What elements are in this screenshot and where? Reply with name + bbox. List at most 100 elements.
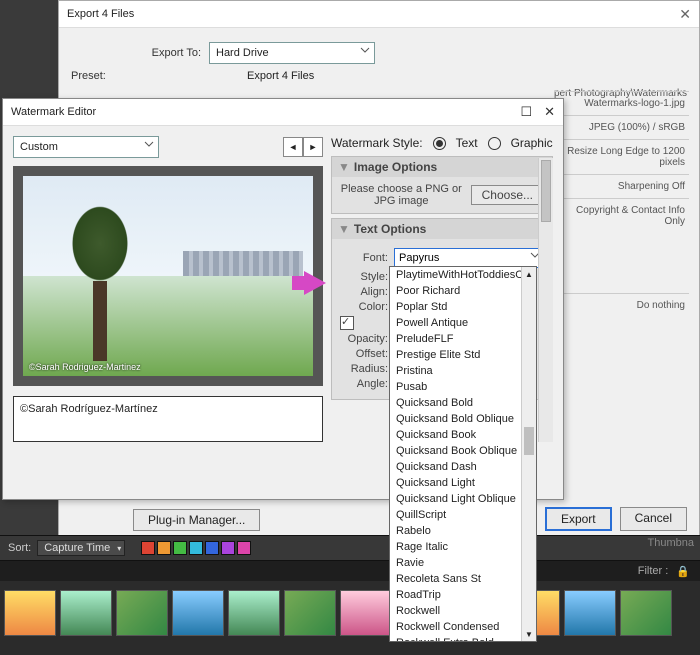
- dropdown-scrollbar[interactable]: ▲ ▼: [521, 267, 536, 641]
- font-option[interactable]: Quicksand Book Oblique: [390, 443, 536, 459]
- maximize-icon[interactable]: ☐: [520, 104, 532, 120]
- offset-label: Offset:: [340, 348, 394, 360]
- font-option[interactable]: Poplar Std: [390, 299, 536, 315]
- font-option[interactable]: Quicksand Bold: [390, 395, 536, 411]
- preset-label: Preset:: [71, 70, 119, 82]
- close-icon[interactable]: ✕: [679, 1, 691, 27]
- watermark-overlay-text: ©Sarah Rodriguez-Martinez: [29, 362, 141, 372]
- thumbnail[interactable]: [116, 590, 168, 636]
- filter-lock-icon[interactable]: 🔒: [676, 565, 690, 578]
- font-option[interactable]: Quicksand Bold Oblique: [390, 411, 536, 427]
- font-option[interactable]: PlaytimeWithHotToddiesOblique: [390, 267, 536, 283]
- app-filmstrip-panel: Sort: Capture Time▾ Thumbna Filter : 🔒: [0, 535, 700, 655]
- filter-label: Filter :: [638, 565, 669, 577]
- style-label: Style:: [340, 271, 394, 283]
- chevron-down-icon: [360, 46, 370, 56]
- setting-metadata: Copyright & Contact Info Only: [554, 198, 689, 233]
- watermark-titlebar: Watermark Editor ☐ ✕: [3, 99, 563, 126]
- style-graphic-radio[interactable]: [488, 137, 501, 150]
- font-option[interactable]: RoadTrip: [390, 587, 536, 603]
- font-label: Font:: [340, 252, 394, 264]
- preview-tree: [55, 191, 145, 341]
- image-options-section: ▼Image Options Please choose a PNG or JP…: [331, 156, 553, 214]
- color-label: Color:: [340, 301, 394, 313]
- shadow-checkbox[interactable]: [340, 316, 354, 330]
- font-option[interactable]: Poor Richard: [390, 283, 536, 299]
- style-text-radio[interactable]: [433, 137, 446, 150]
- watermark-preset-select[interactable]: Custom: [13, 136, 159, 158]
- export-to-label: Export To:: [71, 47, 209, 59]
- color-swatch[interactable]: [157, 541, 171, 555]
- thumbnail[interactable]: [564, 590, 616, 636]
- filmstrip[interactable]: [0, 581, 700, 645]
- thumbnail[interactable]: [4, 590, 56, 636]
- font-option[interactable]: Recoleta Sans St: [390, 571, 536, 587]
- color-swatch[interactable]: [141, 541, 155, 555]
- image-options-hint: Please choose a PNG or JPG image: [340, 183, 463, 207]
- color-swatch[interactable]: [237, 541, 251, 555]
- scrollbar-thumb[interactable]: [541, 160, 551, 222]
- preview-image: ©Sarah Rodriguez-Martinez: [23, 176, 313, 376]
- font-dropdown-list[interactable]: PlaytimeWithHotToddiesObliquePoor Richar…: [389, 266, 537, 642]
- thumbnail[interactable]: [172, 590, 224, 636]
- font-option[interactable]: Ravie: [390, 555, 536, 571]
- text-options-header[interactable]: ▼Text Options: [332, 219, 552, 239]
- font-option[interactable]: PreludeFLF: [390, 331, 536, 347]
- font-option[interactable]: Pristina: [390, 363, 536, 379]
- thumbnail[interactable]: [620, 590, 672, 636]
- font-option[interactable]: Quicksand Dash: [390, 459, 536, 475]
- thumbnail[interactable]: [340, 590, 392, 636]
- style-text-label: Text: [456, 136, 478, 150]
- font-option[interactable]: Powell Antique: [390, 315, 536, 331]
- font-option[interactable]: Rockwell Extra Bold: [390, 635, 536, 642]
- watermark-style-label: Watermark Style:: [331, 136, 423, 150]
- cancel-button[interactable]: Cancel: [620, 507, 687, 531]
- color-label-swatches: [141, 541, 251, 555]
- color-swatch[interactable]: [221, 541, 235, 555]
- font-option[interactable]: Quicksand Light Oblique: [390, 491, 536, 507]
- scrollbar-thumb[interactable]: [524, 427, 534, 455]
- color-swatch[interactable]: [173, 541, 187, 555]
- watermark-text-input[interactable]: ©Sarah Rodríguez-Martínez: [13, 396, 323, 442]
- sort-select[interactable]: Capture Time▾: [37, 540, 125, 556]
- export-settings-summary: Watermarks-logo-1.jpg JPEG (100%) / sRGB…: [554, 91, 689, 317]
- scroll-up-icon[interactable]: ▲: [522, 267, 536, 281]
- scroll-down-icon[interactable]: ▼: [522, 627, 536, 641]
- setting-filename: Watermarks-logo-1.jpg: [554, 91, 689, 115]
- font-select[interactable]: Papyrus: [394, 248, 544, 268]
- export-button[interactable]: Export: [545, 507, 612, 531]
- next-arrow-button[interactable]: ►: [303, 137, 323, 157]
- thumbnail[interactable]: [60, 590, 112, 636]
- font-option[interactable]: Rockwell: [390, 603, 536, 619]
- sort-label: Sort:: [8, 542, 31, 554]
- export-to-select[interactable]: Hard Drive: [209, 42, 375, 64]
- setting-postprocess: Do nothing: [554, 293, 689, 317]
- thumbnail[interactable]: [284, 590, 336, 636]
- preset-header: Export 4 Files: [247, 70, 314, 82]
- prev-arrow-button[interactable]: ◄: [283, 137, 303, 157]
- font-option[interactable]: Rabelo: [390, 523, 536, 539]
- thumbnails-label: Thumbna: [648, 537, 694, 549]
- export-title: Export 4 Files: [67, 1, 134, 27]
- options-scrollbar[interactable]: [538, 158, 553, 442]
- close-icon[interactable]: ✕: [544, 104, 555, 120]
- font-option[interactable]: Rockwell Condensed: [390, 619, 536, 635]
- font-option[interactable]: Quicksand Light: [390, 475, 536, 491]
- angle-label: Angle:: [340, 378, 394, 390]
- opacity-label: Opacity:: [340, 333, 394, 345]
- setting-sharpen: Sharpening Off: [554, 174, 689, 198]
- thumbnail[interactable]: [228, 590, 280, 636]
- font-option[interactable]: Prestige Elite Std: [390, 347, 536, 363]
- setting-resize: Resize Long Edge to 1200 pixels: [554, 139, 689, 174]
- preview-skyline: [183, 251, 303, 276]
- font-option[interactable]: Pusab: [390, 379, 536, 395]
- plugin-manager-button[interactable]: Plug-in Manager...: [133, 509, 260, 531]
- color-swatch[interactable]: [205, 541, 219, 555]
- font-option[interactable]: Rage Italic: [390, 539, 536, 555]
- font-option[interactable]: Quicksand Book: [390, 427, 536, 443]
- image-options-header[interactable]: ▼Image Options: [332, 157, 552, 177]
- font-option[interactable]: QuillScript: [390, 507, 536, 523]
- choose-image-button[interactable]: Choose...: [471, 185, 544, 205]
- color-swatch[interactable]: [189, 541, 203, 555]
- chevron-down-icon: [144, 140, 154, 150]
